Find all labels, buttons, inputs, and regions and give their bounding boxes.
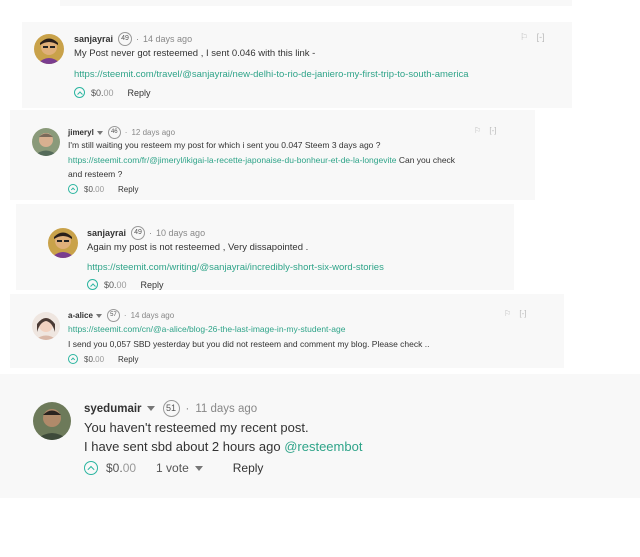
comment-meta: sanjayrai 49 · 10 days ago: [87, 226, 205, 240]
reply-button[interactable]: Reply: [118, 355, 138, 364]
comment-footer: $0.00 Reply: [68, 184, 138, 194]
author-name[interactable]: a-alice: [68, 311, 93, 320]
comment-link[interactable]: https://steemit.com/writing/@sanjayrai/i…: [87, 262, 384, 273]
reply-button[interactable]: Reply: [141, 280, 164, 290]
separator-dot: ·: [149, 228, 153, 238]
comment-body-line: https://steemit.com/fr/@jimeryl/ikigai-l…: [68, 155, 456, 165]
comment-body-line: I have sent sbd about 2 hours ago @reste…: [84, 439, 363, 454]
separator-dot: ·: [123, 311, 127, 320]
chevron-down-icon[interactable]: [146, 406, 155, 411]
comment-link[interactable]: https://steemit.com/cn/@a-alice/blog-26-…: [68, 324, 345, 334]
mention-link[interactable]: @resteembot: [284, 439, 362, 454]
comment-link[interactable]: https://steemit.com/travel/@sanjayrai/ne…: [74, 69, 469, 80]
comment-controls: ⚐ [-]: [504, 309, 527, 318]
upvote-icon[interactable]: [68, 354, 78, 364]
comment-card-4: a-alice 57 · 14 days ago ⚐ [-] https://s…: [10, 294, 564, 368]
avatar[interactable]: [33, 402, 71, 440]
comment-card-2: jimeryl 46 · 12 days ago ⚐ [-] I'm still…: [10, 110, 535, 200]
avatar[interactable]: [34, 34, 64, 64]
payout-value[interactable]: $0.00: [84, 185, 104, 194]
comment-body-line: My Post never got resteemed , I sent 0.0…: [74, 48, 316, 59]
comment-body-line: I'm still waiting you resteem my post fo…: [68, 140, 381, 150]
comment-link[interactable]: https://steemit.com/fr/@jimeryl/ikigai-l…: [68, 155, 396, 165]
avatar[interactable]: [32, 128, 60, 156]
chevron-down-icon: [194, 466, 203, 472]
comment-card-5: syedumair 51 · 11 days ago You haven't r…: [0, 374, 640, 498]
separator-dot: ·: [136, 34, 140, 44]
avatar[interactable]: [32, 312, 60, 340]
comment-body-line: Again my post is not resteemed , Very di…: [87, 242, 309, 253]
comment-meta: sanjayrai 49 · 14 days ago: [74, 32, 192, 46]
upvote-icon[interactable]: [87, 279, 98, 290]
collapse-toggle[interactable]: [-]: [537, 32, 545, 42]
reputation-badge: 51: [162, 400, 180, 417]
comment-footer: $0.00 1 vote Reply: [84, 461, 263, 475]
comment-body-line: I send you 0,057 SBD yesterday but you d…: [68, 339, 430, 349]
flag-icon[interactable]: ⚐: [520, 32, 528, 42]
timestamp[interactable]: 14 days ago: [131, 311, 175, 320]
comment-controls: ⚐ [-]: [474, 126, 497, 135]
upvote-icon[interactable]: [68, 184, 78, 194]
comment-footer: $0.00 Reply: [87, 279, 164, 290]
separator-dot: ·: [185, 402, 190, 415]
collapse-toggle[interactable]: [-]: [489, 126, 496, 135]
timestamp[interactable]: 14 days ago: [143, 34, 192, 44]
comment-footer: $0.00 Reply: [74, 87, 151, 98]
upvote-icon[interactable]: [84, 461, 98, 475]
flag-icon[interactable]: ⚐: [504, 309, 511, 318]
comment-meta: syedumair 51 · 11 days ago: [84, 400, 257, 417]
payout-value[interactable]: $0.00: [84, 355, 104, 364]
author-name[interactable]: syedumair: [84, 403, 142, 415]
payout-value[interactable]: $0.00: [91, 88, 114, 98]
reply-button[interactable]: Reply: [128, 88, 151, 98]
comment-meta: a-alice 57 · 14 days ago: [68, 309, 174, 322]
comment-card-3: sanjayrai 49 · 10 days ago Again my post…: [16, 204, 514, 290]
author-name[interactable]: sanjayrai: [74, 34, 113, 44]
comment-card-1: sanjayrai 49 · 14 days ago ⚐ [-] My Post…: [22, 22, 572, 108]
chevron-down-icon[interactable]: [95, 313, 102, 318]
payout-value[interactable]: $0.00: [104, 280, 127, 290]
reputation-badge: 46: [107, 126, 121, 139]
timestamp[interactable]: 12 days ago: [131, 128, 175, 137]
collapse-toggle[interactable]: [-]: [519, 309, 526, 318]
previous-comment-strip: [60, 0, 572, 6]
author-name[interactable]: sanjayrai: [87, 228, 126, 238]
author-name[interactable]: jimeryl: [68, 128, 94, 137]
flag-icon[interactable]: ⚐: [474, 126, 481, 135]
votes-dropdown[interactable]: 1 vote: [156, 461, 203, 475]
avatar[interactable]: [48, 228, 78, 258]
timestamp[interactable]: 11 days ago: [195, 403, 257, 415]
payout-value[interactable]: $0.00: [106, 461, 136, 475]
upvote-icon[interactable]: [74, 87, 85, 98]
comment-footer: $0.00 Reply: [68, 354, 138, 364]
chevron-down-icon[interactable]: [96, 130, 103, 135]
timestamp[interactable]: 10 days ago: [156, 228, 205, 238]
reputation-badge: 49: [131, 226, 146, 240]
comment-meta: jimeryl 46 · 12 days ago: [68, 126, 175, 139]
comment-controls: ⚐ [-]: [520, 32, 545, 43]
comment-body-line: You haven't resteemed my recent post.: [84, 420, 309, 435]
separator-dot: ·: [124, 128, 128, 137]
reputation-badge: 49: [118, 32, 133, 46]
reply-button[interactable]: Reply: [233, 461, 264, 475]
reply-button[interactable]: Reply: [118, 185, 138, 194]
comment-body-line: and resteem ?: [68, 169, 123, 179]
reputation-badge: 57: [106, 309, 120, 322]
